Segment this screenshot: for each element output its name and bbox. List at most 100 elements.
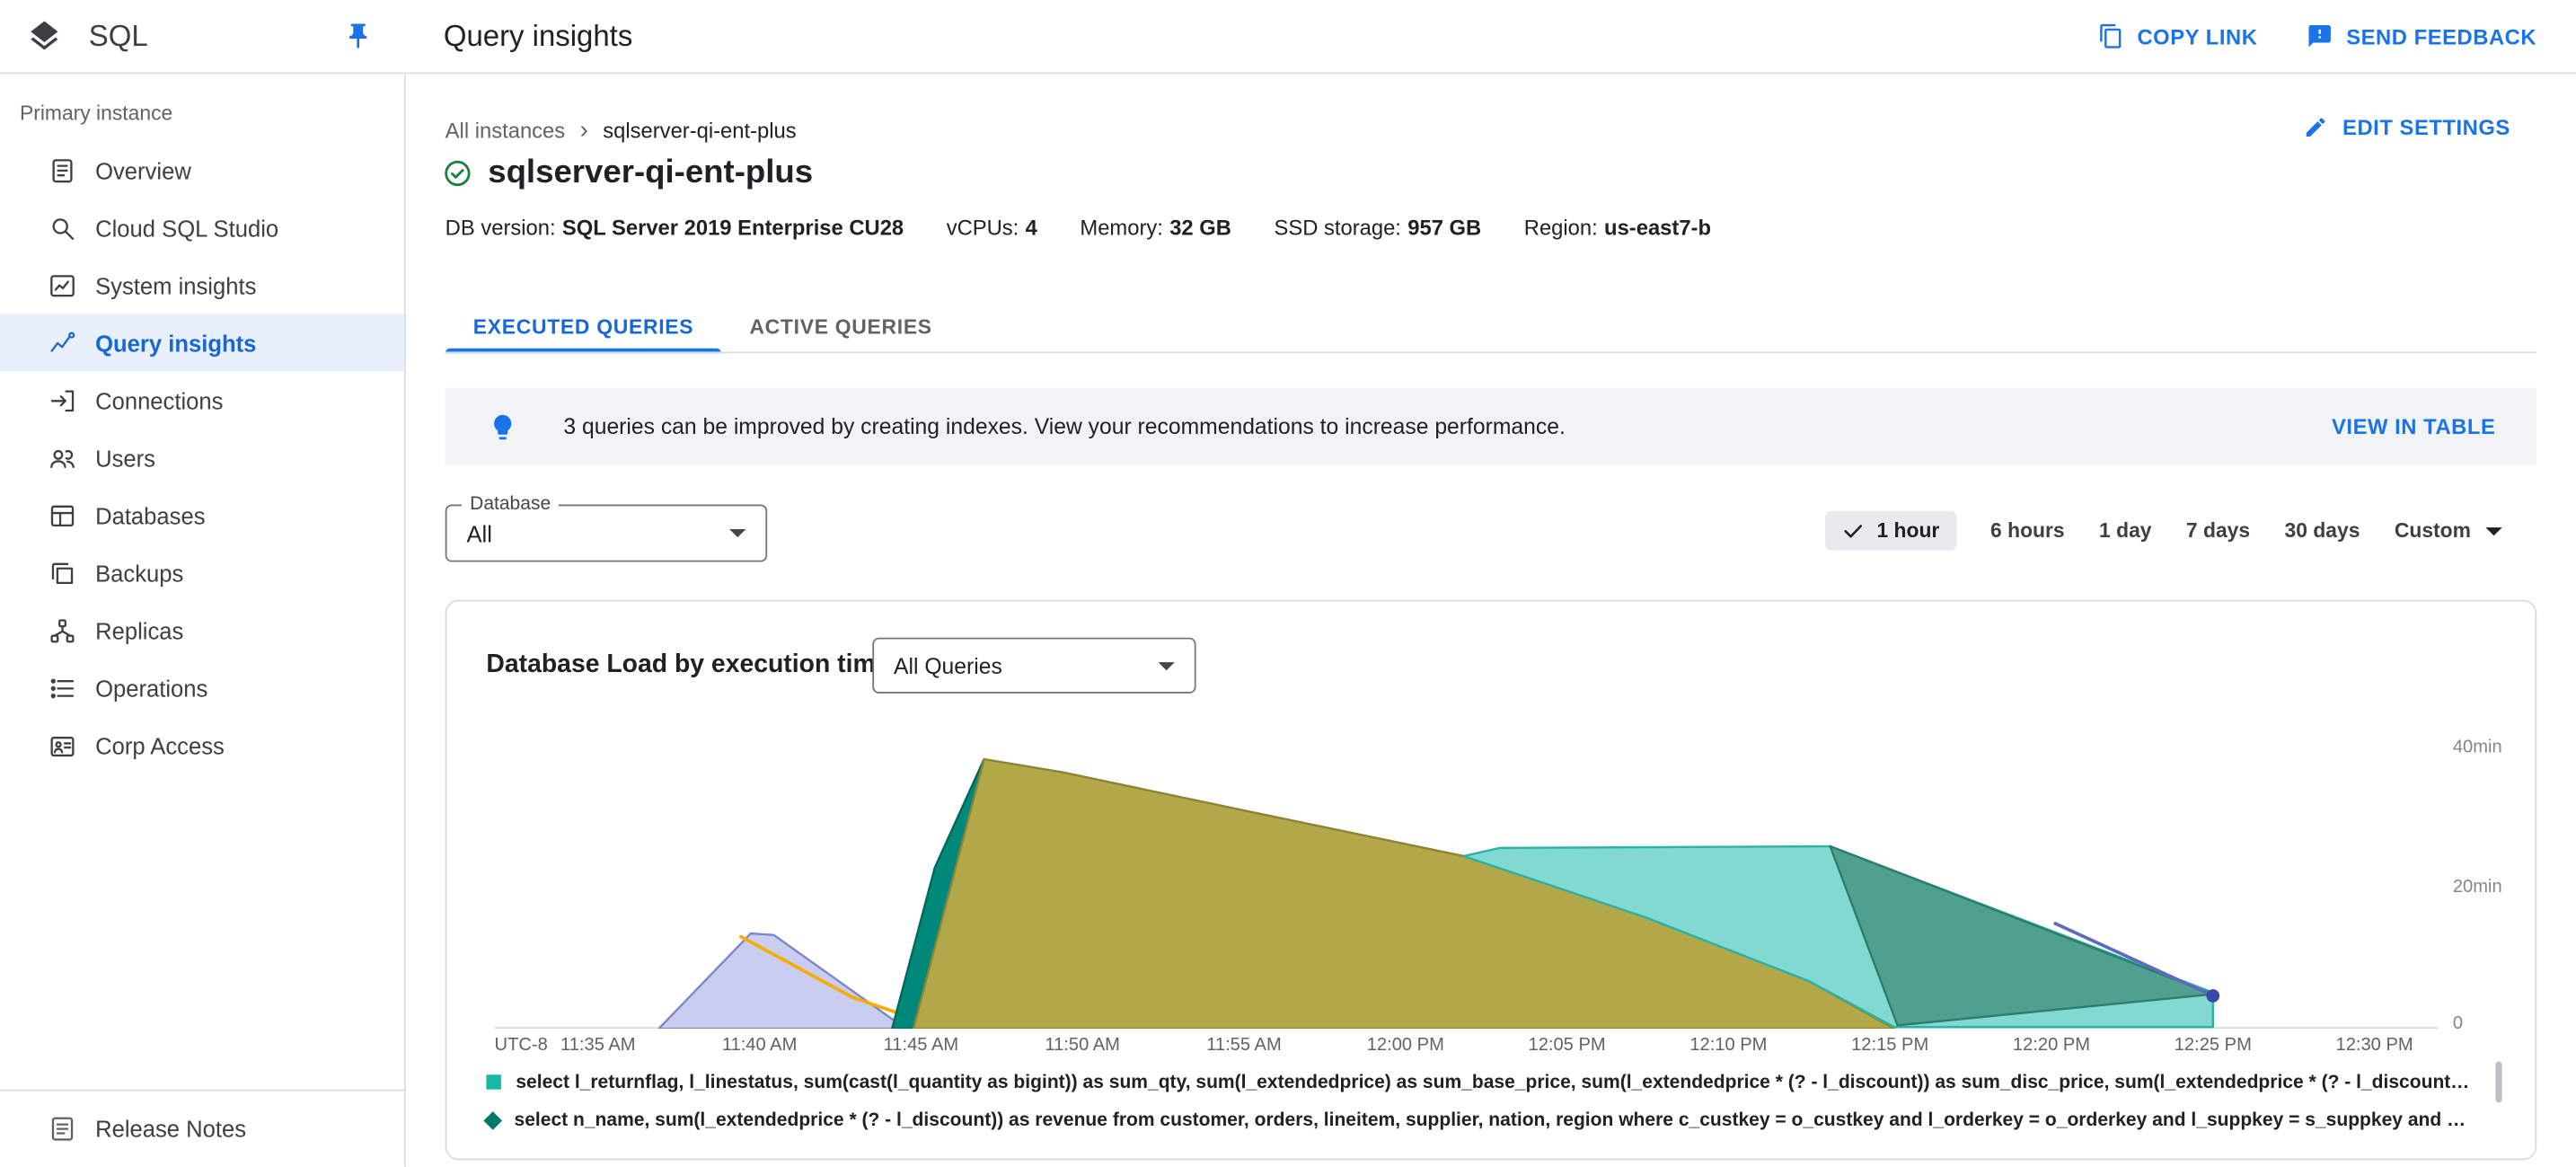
sidebar-item-label: Operations: [95, 674, 208, 702]
x-tick-label: 11:35 AM: [560, 1035, 636, 1056]
pin-icon[interactable]: [343, 22, 373, 51]
copy-icon: [2099, 23, 2122, 49]
query-insights-icon: [50, 331, 75, 351]
status-healthy-icon: [445, 160, 471, 187]
sidebar-item-label: Databases: [95, 501, 206, 529]
load-chart-plot[interactable]: [494, 733, 2439, 1030]
load-chart-svg: [657, 757, 2220, 1030]
time-range-label: 1 day: [2099, 518, 2152, 543]
legend-marker-square: [486, 1074, 501, 1090]
edit-settings-button[interactable]: EDIT SETTINGS: [2303, 115, 2510, 139]
breadcrumb-current: sqlserver-qi-ent-plus: [603, 118, 797, 144]
view-in-table-button[interactable]: VIEW IN TABLE: [2332, 414, 2495, 438]
chart-area: 40min 20min 0 UTC-8 11:35 AM 11:40 AM 11:4…: [494, 733, 2536, 1060]
x-tick-label: 11:45 AM: [883, 1035, 959, 1056]
release-notes-icon: [51, 1117, 74, 1141]
sidebar-item-label: Users: [95, 444, 155, 472]
tab-executed-queries[interactable]: EXECUTED QUERIES: [445, 303, 722, 354]
breadcrumb: All instances › sqlserver-qi-ent-plus: [446, 119, 797, 143]
sidebar: Primary instance Overview Cloud SQL Stud…: [0, 74, 406, 1167]
sidebar-item-overview[interactable]: Overview: [0, 141, 404, 199]
time-range-7-days[interactable]: 7 days: [2186, 519, 2250, 543]
query-filter-value: All Queries: [894, 653, 1002, 678]
spec-ssd-storage: SSD storage: 957 GB: [1274, 215, 1482, 241]
instance-specs: DB version: SQL Server 2019 Enterprise CU…: [446, 216, 1711, 240]
legend-marker-diamond: [483, 1110, 503, 1129]
header-actions: COPY LINK SEND FEEDBACK: [2098, 23, 2537, 49]
x-tick-label: 12:25 PM: [2174, 1035, 2252, 1056]
database-load-card: Database Load by execution time All Quer…: [445, 599, 2537, 1161]
sidebar-item-label: System insights: [95, 271, 257, 298]
copy-link-button[interactable]: COPY LINK: [2098, 23, 2258, 49]
banner-text: 3 queries can be improved by creating in…: [563, 413, 1566, 439]
legend-query-text: select n_name, sum(l_extendedprice * (? …: [514, 1110, 2473, 1130]
time-range-1-day[interactable]: 1 day: [2099, 519, 2151, 543]
database-select[interactable]: Database All: [445, 494, 768, 562]
sidebar-item-operations[interactable]: Operations: [0, 659, 404, 716]
time-range-label: 1 hour: [1876, 518, 1940, 543]
x-tick-label: 11:50 AM: [1045, 1035, 1120, 1056]
legend-scrollbar[interactable]: [2495, 1061, 2502, 1103]
chevron-down-icon: [1158, 661, 1175, 670]
legend-item[interactable]: select l_returnflag, l_linestatus, sum(c…: [486, 1063, 2473, 1101]
lightbulb-icon: [488, 411, 517, 441]
legend-item[interactable]: select n_name, sum(l_extendedprice * (? …: [483, 1101, 2473, 1138]
search-icon: [52, 217, 75, 240]
chevron-down-icon: [729, 528, 746, 538]
sidebar-item-label: Query insights: [95, 329, 257, 357]
sidebar-item-label: Release Notes: [95, 1115, 247, 1143]
time-range-6-hours[interactable]: 6 hours: [1990, 519, 2065, 543]
spec-db-version: DB version: SQL Server 2019 Enterprise CU…: [445, 215, 904, 241]
instance-title-row: sqlserver-qi-ent-plus: [444, 155, 813, 192]
feedback-icon: [2308, 25, 2332, 48]
time-range-custom[interactable]: Custom: [2395, 519, 2502, 543]
sidebar-item-query-insights[interactable]: Query insights: [0, 314, 404, 372]
sidebar-section-label: Primary instance: [19, 102, 173, 126]
sidebar-item-databases[interactable]: Databases: [0, 486, 404, 544]
x-tick-label: 12:05 PM: [1528, 1035, 1606, 1056]
x-tick-label: 11:40 AM: [721, 1035, 798, 1056]
time-range-label: Custom: [2394, 518, 2471, 543]
sidebar-item-label: Backups: [95, 559, 184, 587]
time-range-label: 30 days: [2284, 518, 2360, 543]
page-title: Query insights: [443, 19, 633, 52]
databases-icon: [50, 504, 75, 526]
card-title: Database Load by execution time: [486, 650, 890, 679]
time-range-selector: 1 hour 6 hours 1 day 7 days 30 days Cust…: [1825, 510, 2502, 551]
legend-query-text: select l_returnflag, l_linestatus, sum(c…: [516, 1072, 2473, 1092]
sidebar-item-replicas[interactable]: Replicas: [0, 601, 404, 659]
time-range-1-hour[interactable]: 1 hour: [1825, 510, 1956, 551]
database-select-label: Database: [461, 494, 560, 515]
tab-label: ACTIVE QUERIES: [749, 315, 932, 339]
edit-settings-label: EDIT SETTINGS: [2342, 115, 2510, 140]
dark-teal-right-area: [1829, 844, 2214, 1027]
sidebar-item-backups[interactable]: Backups: [0, 544, 404, 601]
sidebar-item-release-notes[interactable]: Release Notes: [0, 1089, 404, 1167]
x-axis-ticks: UTC-8 11:35 AM 11:40 AM 11:45 AM 11:50 AM 11…: [495, 1034, 2439, 1060]
tab-active-queries[interactable]: ACTIVE QUERIES: [721, 303, 960, 354]
chevron-right-icon: ›: [579, 116, 588, 145]
page: SQL Query insights COPY LINK SEND FEEDBA…: [0, 0, 2576, 1167]
x-tick-label: 12:15 PM: [1851, 1035, 1929, 1056]
send-feedback-button[interactable]: SEND FEEDBACK: [2307, 23, 2536, 49]
tabs-divider: [445, 351, 2537, 354]
overview-icon: [52, 158, 73, 182]
x-tick-label: 11:55 AM: [1206, 1035, 1282, 1056]
sidebar-item-label: Replicas: [95, 616, 184, 644]
time-range-30-days[interactable]: 30 days: [2285, 519, 2360, 543]
chevron-down-icon: [2485, 526, 2502, 535]
query-filter-select[interactable]: All Queries: [872, 637, 1196, 694]
sidebar-item-connections[interactable]: Connections: [0, 371, 404, 429]
y-axis-label-40min: 40min: [2452, 738, 2502, 758]
sidebar-item-corp-access[interactable]: Corp Access: [0, 716, 404, 774]
tab-label: EXECUTED QUERIES: [472, 315, 694, 339]
cloud-sql-logo-icon: [26, 18, 62, 54]
product-area: SQL: [0, 0, 406, 72]
product-name: SQL: [88, 19, 148, 52]
sidebar-item-users[interactable]: Users: [0, 429, 404, 486]
badge-icon: [50, 736, 75, 756]
breadcrumb-all-instances[interactable]: All instances: [446, 119, 565, 143]
sidebar-item-system-insights[interactable]: System insights: [0, 256, 404, 314]
sidebar-item-cloud-sql-studio[interactable]: Cloud SQL Studio: [0, 199, 404, 256]
spec-vcpus: vCPUs: 4: [946, 215, 1037, 241]
